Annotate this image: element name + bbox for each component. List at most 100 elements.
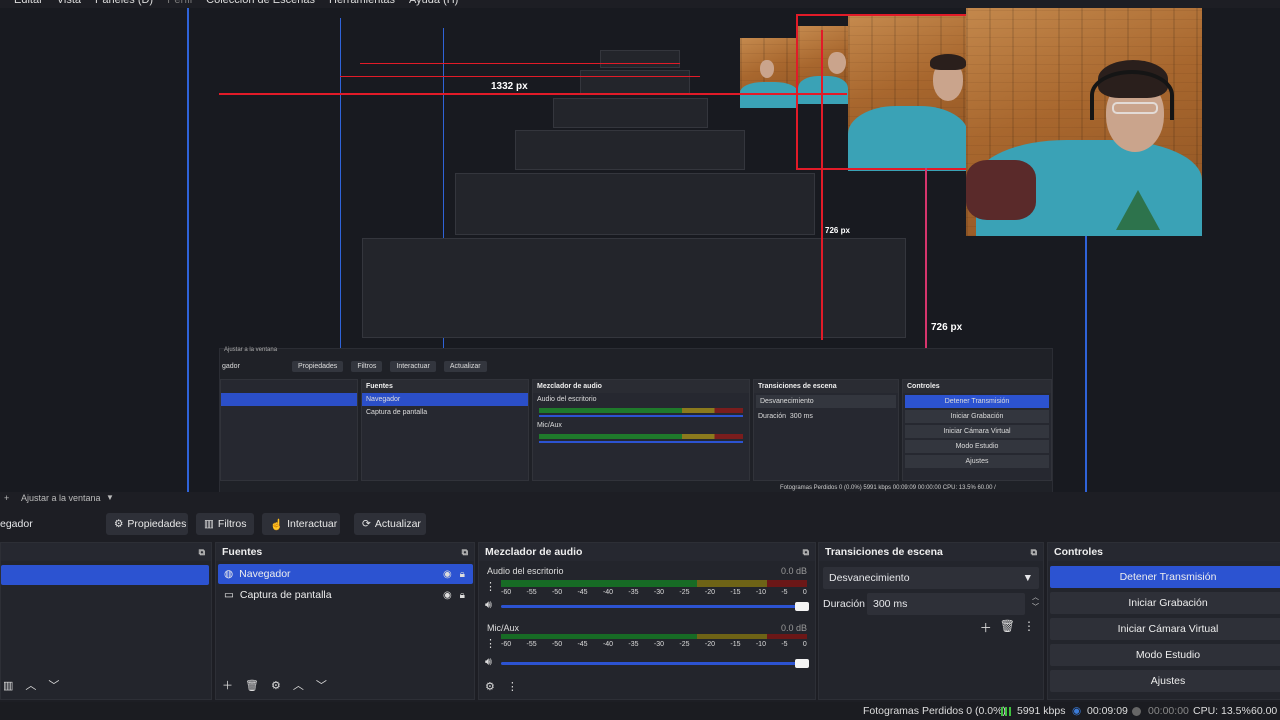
properties-label: Propiedades <box>127 518 187 530</box>
move-down-icon[interactable]: ﹀ <box>316 677 327 693</box>
nested-btn-filtros: Filtros <box>351 360 383 372</box>
nested-mixer-desktop: Audio del escritorio <box>537 396 597 403</box>
fit-to-window-label[interactable]: Ajustar a la ventana <box>21 493 101 503</box>
eye-icon[interactable]: ◉ <box>443 569 452 580</box>
nested-status: Fotogramas Perdidos 0 (0.0%) 5991 kbps 0… <box>780 485 996 491</box>
kebab-menu-icon[interactable]: ⋮ <box>507 680 518 693</box>
interact-button[interactable]: ☝ Interactuar <box>262 513 340 535</box>
spin-down-icon[interactable]: ﹀ <box>1032 603 1039 613</box>
nested-preview-layer-4 <box>553 98 708 128</box>
volume-slider-handle[interactable] <box>795 659 809 668</box>
trash-icon[interactable]: 🗑︎ <box>1000 619 1015 636</box>
mixer-channel-name: Mic/Aux <box>487 623 520 633</box>
volume-slider-handle[interactable] <box>795 602 809 611</box>
measure-line-vertical <box>821 30 823 340</box>
eye-icon[interactable]: ◉ <box>443 590 452 601</box>
volume-slider[interactable] <box>501 602 809 611</box>
source-item-navegador[interactable]: ◍ Navegador ◉ 🔒︎ <box>218 564 473 584</box>
menu-perfil[interactable]: Perfil <box>167 0 192 8</box>
dropped-frames: Fotogramas Perdidos 0 (0.0%) <box>863 705 1006 717</box>
properties-button[interactable]: ⚙ Propiedades <box>106 513 188 535</box>
nested-toolbar: Propiedades Filtros Interactuar Actualiz… <box>220 357 1054 375</box>
nested-duration-label: Duración <box>758 413 787 420</box>
sources-dock: Fuentes ⧉ ◍ Navegador ◉ 🔒︎ ▭ Captura de … <box>215 542 475 700</box>
scene-item-selected[interactable] <box>1 565 209 585</box>
mixer-channel-db: 0.0 dB <box>780 566 807 576</box>
controls-dock: Controles Detener Transmisión Iniciar Gr… <box>1047 542 1280 700</box>
dock-float-icon[interactable]: ⧉ <box>1031 547 1037 558</box>
fps: 60.00 / <box>1251 705 1280 717</box>
nested-controls-panel: Controles Detener Transmisión Iniciar Gr… <box>902 379 1052 481</box>
meter-tick-label: -50 <box>551 589 563 596</box>
kebab-menu-icon[interactable]: ⋮ <box>1023 619 1035 636</box>
add-icon[interactable]: + <box>4 493 9 503</box>
audio-level-meter <box>501 580 807 587</box>
nested-transitions-title: Transiciones de escena <box>754 380 898 393</box>
cpu-usage: CPU: 13.5% <box>1193 705 1251 717</box>
signal-icon <box>1001 705 1011 717</box>
measure-line-horizontal-3 <box>360 63 680 64</box>
menu-paneles[interactable]: Paneles (D) <box>95 0 153 8</box>
duration-input[interactable]: 300 ms <box>867 593 1025 615</box>
move-down-icon[interactable]: ﹀ <box>48 677 59 693</box>
meter-tick-label: -60 <box>501 589 512 596</box>
nested-btn-propiedades: Propiedades <box>292 360 344 372</box>
menubar: Editar Vista Paneles (D) Perfil Colecció… <box>0 0 1280 8</box>
dock-float-icon[interactable]: ⧉ <box>462 547 468 558</box>
add-source-icon[interactable]: ＋ <box>222 677 233 693</box>
menu-coleccion-escenas[interactable]: Colección de Escenas <box>206 0 315 8</box>
nested-controls-title: Controles <box>903 380 1051 393</box>
lock-icon[interactable]: 🔒︎ <box>460 590 465 601</box>
nested-webcam-1 <box>848 16 968 171</box>
stop-streaming-button[interactable]: Detener Transmisión <box>1050 566 1280 588</box>
menu-herramientas[interactable]: Herramientas <box>329 0 395 8</box>
measure-line-horizontal-2 <box>340 76 700 77</box>
webcam-source[interactable] <box>966 8 1202 236</box>
menu-vista[interactable]: Vista <box>57 0 81 8</box>
lock-icon[interactable]: 🔒︎ <box>460 569 465 580</box>
nested-dock-capture: Ajustar a la ventana gador Propiedades F… <box>219 347 1054 492</box>
add-transition-icon[interactable]: ＋ <box>980 619 992 636</box>
kebab-menu-icon[interactable]: ⋮ <box>485 580 496 593</box>
volume-slider[interactable] <box>501 659 809 668</box>
move-up-icon[interactable]: ︿ <box>25 677 36 693</box>
speaker-icon[interactable]: 🔊︎ <box>485 656 492 669</box>
dock-float-icon[interactable]: ⧉ <box>803 547 809 558</box>
filters-button[interactable]: ▥ Filtros <box>196 513 254 535</box>
preview-subbar: + Ajustar a la ventana ▼ <box>0 492 1280 506</box>
meter-tick-label: -20 <box>704 589 715 596</box>
spin-up-icon[interactable]: ︿ <box>1032 593 1039 603</box>
start-virtual-camera-button[interactable]: Iniciar Cámara Virtual <box>1050 618 1280 640</box>
move-up-icon[interactable]: ︿ <box>293 677 304 693</box>
duration-spinner[interactable]: ︿ ﹀ <box>1032 593 1039 613</box>
source-item-captura[interactable]: ▭ Captura de pantalla ◉ 🔒︎ <box>218 585 473 605</box>
speaker-icon[interactable]: 🔊︎ <box>485 599 492 612</box>
settings-button[interactable]: Ajustes <box>1050 670 1280 692</box>
meter-tick-label: -30 <box>653 589 665 596</box>
fit-dropdown-icon[interactable]: ▼ <box>106 493 114 502</box>
transition-select[interactable]: Desvanecimiento ▼ <box>823 567 1039 589</box>
mixer-settings-icon[interactable]: ⚙ <box>485 680 495 693</box>
studio-mode-button[interactable]: Modo Estudio <box>1050 644 1280 666</box>
start-recording-button[interactable]: Iniciar Grabación <box>1050 592 1280 614</box>
nested-mixer-title: Mezclador de audio <box>533 380 749 393</box>
measure-label-height: 726 px <box>931 322 963 333</box>
preview-canvas[interactable]: 1332 px 726 px 726 px Ajustar a la venta… <box>0 8 1280 492</box>
transition-actions: ＋ 🗑︎ ⋮ <box>980 619 1035 636</box>
source-toolbar: egador ⚙ Propiedades ▥ Filtros ☝ Interactua… <box>0 510 1280 538</box>
trash-icon[interactable]: 🗑︎ <box>245 679 259 692</box>
nested-sources-title: Fuentes <box>362 380 528 393</box>
kebab-menu-icon[interactable]: ⋮ <box>485 637 496 650</box>
menu-ayuda[interactable]: Ayuda (H) <box>409 0 458 8</box>
status-bar: Fotogramas Perdidos 0 (0.0%) 5991 kbps ◉… <box>0 702 1280 720</box>
interact-label: Interactuar <box>287 518 338 530</box>
measure-line-top <box>796 14 966 16</box>
scene-filter-icon[interactable]: ▥ <box>3 679 13 692</box>
refresh-button[interactable]: ⟳ Actualizar <box>354 513 426 535</box>
gear-icon[interactable]: ⚙ <box>271 679 281 692</box>
dock-float-icon[interactable]: ⧉ <box>199 547 205 558</box>
sources-dock-header: Fuentes ⧉ <box>216 543 474 561</box>
source-label: Captura de pantalla <box>239 589 332 601</box>
nested-webcam-3 <box>740 38 798 108</box>
menu-editar[interactable]: Editar <box>14 0 43 8</box>
